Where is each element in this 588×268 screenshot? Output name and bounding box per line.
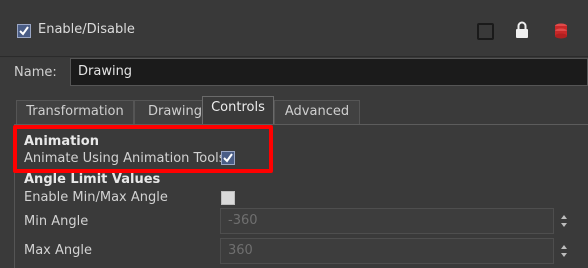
square-outline-icon[interactable] bbox=[477, 23, 494, 40]
tab-transformation[interactable]: Transformation bbox=[16, 100, 134, 124]
header-divider bbox=[0, 56, 588, 57]
enable-minmax-angle-checkbox[interactable] bbox=[221, 191, 235, 205]
max-angle-label: Max Angle bbox=[24, 243, 93, 258]
enable-disable-label: Enable/Disable bbox=[38, 22, 135, 37]
checkmark-icon bbox=[19, 26, 29, 36]
name-field[interactable]: Drawing bbox=[70, 58, 588, 86]
tab-advanced[interactable]: Advanced bbox=[274, 100, 360, 124]
layer-properties-header: Enable/Disable bbox=[0, 0, 588, 58]
min-angle-field[interactable]: -360 bbox=[220, 208, 554, 234]
min-angle-spinner-icon[interactable] bbox=[558, 213, 570, 229]
max-angle-spinner-icon[interactable] bbox=[558, 243, 570, 259]
tab-controls[interactable]: Controls bbox=[202, 96, 274, 124]
angle-limit-section-title: Angle Limit Values bbox=[24, 172, 161, 187]
name-label: Name: bbox=[14, 65, 57, 80]
highlight-annotation-box bbox=[13, 125, 273, 173]
lock-icon[interactable] bbox=[515, 21, 529, 39]
max-angle-field[interactable]: 360 bbox=[220, 238, 554, 264]
enable-disable-checkbox[interactable] bbox=[17, 24, 31, 38]
layer-stack-icon[interactable] bbox=[554, 22, 568, 40]
min-angle-label: Min Angle bbox=[24, 214, 89, 229]
enable-minmax-angle-label: Enable Min/Max Angle bbox=[24, 190, 168, 205]
